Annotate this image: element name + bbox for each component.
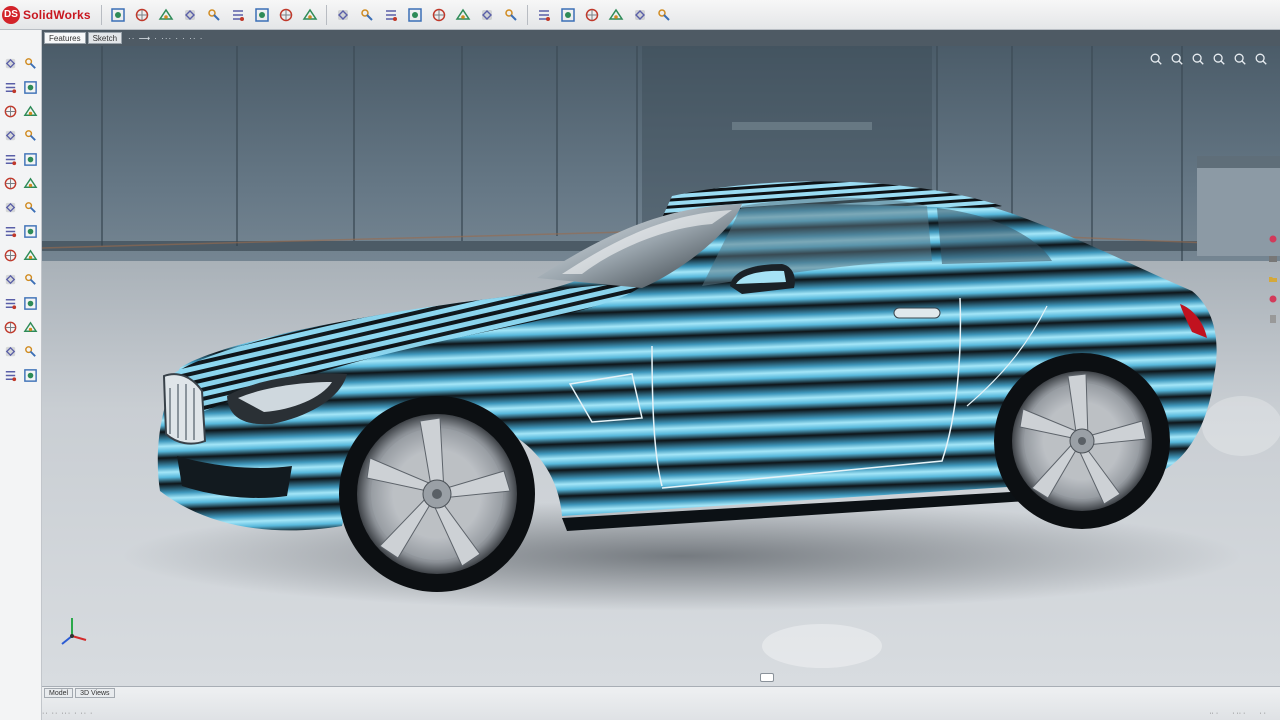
- previous-view-icon[interactable]: [1189, 50, 1207, 68]
- command-icon[interactable]: [21, 52, 40, 74]
- undo-icon[interactable]: [204, 5, 224, 25]
- camera-icon[interactable]: [582, 5, 602, 25]
- command-icon[interactable]: [21, 316, 40, 338]
- command-icon[interactable]: [21, 196, 40, 218]
- command-icon[interactable]: [21, 268, 40, 290]
- model-view-tabs: Model 3D Views: [44, 688, 115, 698]
- new-document-icon[interactable]: [108, 5, 128, 25]
- display-style-icon[interactable]: [1252, 50, 1270, 68]
- command-icon[interactable]: [1, 244, 20, 266]
- edit-appearance-icon[interactable]: [501, 5, 521, 25]
- tab-features[interactable]: Features: [44, 32, 86, 44]
- display-style-icon[interactable]: [453, 5, 473, 25]
- command-icon[interactable]: [1, 100, 20, 122]
- 3d-scene: [42, 46, 1280, 686]
- command-icon[interactable]: [1, 196, 20, 218]
- tab-model[interactable]: Model: [44, 688, 74, 698]
- toolbar-separator: [100, 4, 102, 25]
- main-toolbar: DS SolidWorks: [0, 0, 1280, 30]
- task-pane-design-library-icon[interactable]: [1267, 252, 1279, 266]
- command-icon[interactable]: [21, 172, 40, 194]
- options-icon[interactable]: [300, 5, 320, 25]
- status-message: ·· ·· ··· · ·· ·: [42, 710, 94, 717]
- command-icon[interactable]: [21, 292, 40, 314]
- command-icon[interactable]: [21, 220, 40, 242]
- zoom-area-icon[interactable]: [357, 5, 377, 25]
- status-bar: Model 3D Views ·· ·· ··· · ·· · ·· · · ·…: [42, 686, 1280, 720]
- view-orientation-icon[interactable]: [1231, 50, 1249, 68]
- save-icon[interactable]: [156, 5, 176, 25]
- coordinate-triad-icon: [61, 618, 87, 645]
- task-pane-appearances-icon[interactable]: [1267, 292, 1279, 306]
- toolbar-separator: [325, 4, 327, 25]
- render-tools-icon[interactable]: [606, 5, 626, 25]
- section-view-icon[interactable]: [429, 5, 449, 25]
- command-manager-panel: [0, 30, 42, 720]
- graphics-viewport[interactable]: [42, 46, 1280, 686]
- pan-icon[interactable]: [405, 5, 425, 25]
- task-pane-file-explorer-icon[interactable]: [1267, 272, 1279, 286]
- app-logo[interactable]: DS SolidWorks: [0, 0, 97, 30]
- ds-logo-icon: DS: [2, 5, 20, 24]
- command-icon-grid: [1, 52, 41, 388]
- rebuild-icon[interactable]: [276, 5, 296, 25]
- command-icon[interactable]: [21, 100, 40, 122]
- command-icon[interactable]: [1, 340, 20, 362]
- rotate-view-icon[interactable]: [381, 5, 401, 25]
- heads-up-view-toolbar: [1147, 50, 1270, 68]
- command-icon[interactable]: [21, 244, 40, 266]
- command-icon[interactable]: [21, 340, 40, 362]
- status-info: ·· · · ·· · · ·: [1209, 710, 1266, 717]
- select-icon[interactable]: [252, 5, 272, 25]
- scroll-handle[interactable]: [760, 673, 774, 682]
- zoom-area-icon[interactable]: [1168, 50, 1186, 68]
- command-icon[interactable]: [21, 148, 40, 170]
- command-manager-tabs: Features Sketch ·· ⟶ · ··· · · ·· ·: [42, 30, 1280, 46]
- toolbar-separator: [526, 4, 528, 25]
- document-path: ·· ⟶ · ··· · · ·· ·: [128, 33, 204, 43]
- evaluate-icon[interactable]: [654, 5, 674, 25]
- command-icon[interactable]: [1, 292, 20, 314]
- task-pane-tabs: [1266, 226, 1280, 376]
- task-pane-resources-icon[interactable]: [1267, 232, 1279, 246]
- command-icon[interactable]: [21, 76, 40, 98]
- tab-3d-views[interactable]: 3D Views: [75, 688, 115, 698]
- task-pane-custom-properties-icon[interactable]: [1267, 312, 1279, 326]
- zoom-to-fit-icon[interactable]: [1147, 50, 1165, 68]
- command-icon[interactable]: [1, 316, 20, 338]
- hide-show-icon[interactable]: [477, 5, 497, 25]
- command-icon[interactable]: [21, 124, 40, 146]
- photoview-icon[interactable]: [630, 5, 650, 25]
- status-item: ·· ·: [1209, 710, 1219, 717]
- status-item: · ·· ·: [1232, 710, 1246, 717]
- open-file-icon[interactable]: [132, 5, 152, 25]
- command-icon[interactable]: [1, 364, 20, 386]
- toolbar-icon-group: [106, 4, 676, 25]
- command-icon[interactable]: [1, 172, 20, 194]
- apply-scene-icon[interactable]: [534, 5, 554, 25]
- command-icon[interactable]: [1, 148, 20, 170]
- view-settings-icon[interactable]: [558, 5, 578, 25]
- tab-sketch[interactable]: Sketch: [87, 32, 123, 44]
- command-icon[interactable]: [1, 268, 20, 290]
- command-icon[interactable]: [21, 364, 40, 386]
- print-icon[interactable]: [180, 5, 200, 25]
- section-view-icon[interactable]: [1210, 50, 1228, 68]
- command-icon[interactable]: [1, 124, 20, 146]
- status-item: · ·: [1259, 710, 1266, 717]
- app-name: SolidWorks: [23, 7, 91, 22]
- command-icon[interactable]: [1, 76, 20, 98]
- zoom-to-fit-icon[interactable]: [333, 5, 353, 25]
- redo-icon[interactable]: [228, 5, 248, 25]
- command-icon[interactable]: [1, 52, 20, 74]
- command-icon[interactable]: [1, 220, 20, 242]
